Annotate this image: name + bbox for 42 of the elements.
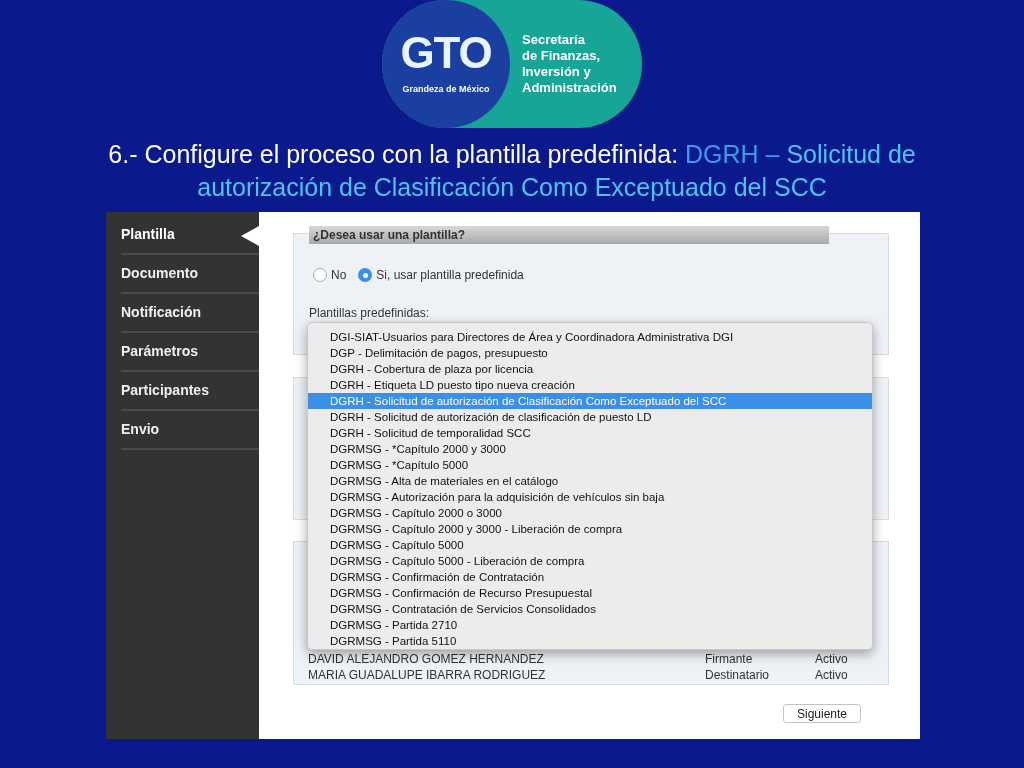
dropdown-option[interactable]: DGP - Delimitación de pagos, presupuesto — [308, 345, 872, 361]
table-cell-text: MARIA GUADALUPE IBARRA RODRIGUEZ — [308, 667, 547, 683]
dropdown-option[interactable]: DGRMSG - Confirmación de Recurso Presupuestal — [308, 585, 872, 601]
dropdown-option[interactable]: DGRMSG - Capítulo 5000 - Liberación de compra — [308, 553, 872, 569]
dropdown-option[interactable]: DGRH - Etiqueta LD puesto tipo nueva creación — [308, 377, 872, 393]
sidebar-item[interactable]: Participantes — [121, 380, 209, 401]
sidebar-item[interactable]: Plantilla — [121, 224, 175, 245]
selection-notch — [241, 226, 259, 246]
sidebar-item[interactable]: Envio — [121, 419, 160, 440]
field-label: Plantillas predefinidas: — [309, 305, 430, 322]
dropdown-option[interactable]: DGRH - Solicitud de autorización de clasificación de puesto LD — [308, 409, 872, 425]
dropdown-option[interactable]: DGRMSG - Capítulo 5000 — [308, 537, 872, 553]
logo-tagline: Grandeza de México — [402, 83, 490, 97]
dropdown-option[interactable]: DGRMSG - Confirmación de Contratación — [308, 569, 872, 585]
dropdown-option[interactable]: DGRMSG - Partida 5110 — [308, 633, 872, 649]
template-dropdown[interactable] — [307, 322, 873, 650]
dropdown-option[interactable]: DGRMSG - Autorización para la adquisición de vehículos sin baja — [308, 489, 872, 505]
dropdown-option[interactable]: DGRMSG - Capítulo 2000 y 3000 - Liberación de compra — [308, 521, 872, 537]
dropdown-option[interactable]: DGI-SIAT-Usuarios para Directores de Área y Coordinadora Administrativa DGI — [308, 329, 872, 345]
next-button[interactable]: Siguiente — [783, 704, 861, 723]
dropdown-option[interactable]: DGRH - Solicitud de temporalidad SCC — [308, 425, 872, 441]
dropdown-option[interactable]: DGRMSG - *Capítulo 5000 — [308, 457, 872, 473]
dropdown-option[interactable]: DGRMSG - Capítulo 2000 o 3000 — [308, 505, 872, 521]
radio-label: Si, usar plantilla predefinida — [376, 267, 524, 284]
organization-name: Secretaría de Finanzas, Inversión y Administración — [522, 32, 617, 96]
radio-label: No — [331, 267, 347, 284]
dropdown-option[interactable]: DGRMSG - Contratación de Servicios Consolidados — [308, 601, 872, 617]
table-cell-text: Activo — [815, 667, 849, 683]
table-cell-text: Activo — [815, 651, 849, 667]
table-cell-text: DAVID ALEJANDRO GOMEZ HERNANDEZ — [308, 651, 545, 667]
panel-header: ¿Desea usar una plantilla? — [309, 226, 829, 244]
dropdown-option[interactable]: DGRMSG - *Capítulo 2000 y 3000 — [308, 441, 872, 457]
slide-title: 6.- Configure el proceso con la plantilla predefinida: DGRH – Solicitud de autorización de Clasificación Como Exceptuado del SCC — [107, 139, 917, 203]
sidebar-item[interactable]: Parámetros — [121, 341, 199, 362]
sidebar-item[interactable]: Documento — [121, 263, 198, 284]
dropdown-option[interactable]: DGRH - Cobertura de plaza por licencia — [308, 361, 872, 377]
logo-mark: GTO — [400, 31, 492, 76]
dropdown-option[interactable]: DGRMSG - Partida 2710 — [308, 617, 872, 633]
table-cell-text: Destinatario — [705, 667, 771, 683]
dropdown-option[interactable]: DGRMSG - Alta de materiales en el catálogo — [308, 473, 872, 489]
table-cell-text: Firmante — [705, 651, 754, 667]
sidebar-item[interactable]: Notificación — [121, 302, 202, 323]
